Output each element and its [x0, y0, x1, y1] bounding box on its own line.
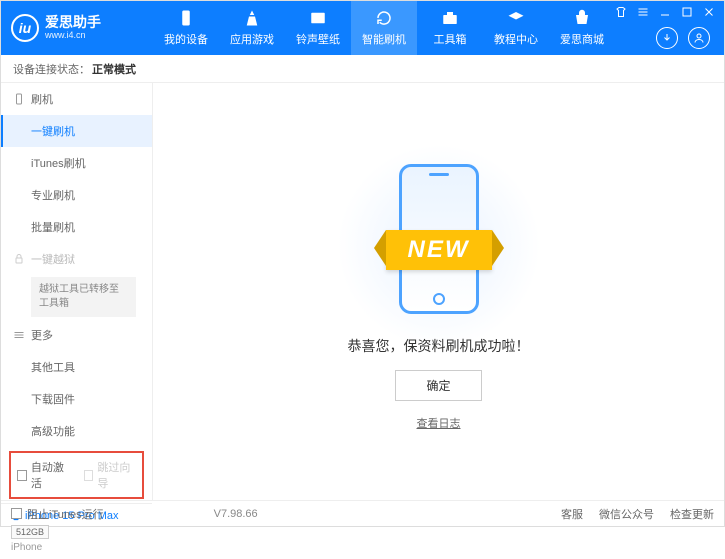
main-content: NEW 恭喜您，保资料刷机成功啦！ 确定 查看日志: [153, 83, 724, 500]
version-label: V7.98.66: [214, 508, 258, 520]
maximize-icon[interactable]: [680, 5, 694, 19]
nav-tutorials[interactable]: 教程中心: [483, 1, 549, 55]
sidebar-itunes-flash[interactable]: iTunes刷机: [1, 147, 152, 179]
device-icon: [177, 9, 195, 27]
status-label: 设备连接状态：: [13, 61, 90, 77]
view-log-link[interactable]: 查看日志: [417, 415, 461, 431]
success-illustration: NEW: [339, 152, 539, 322]
status-bar: 设备连接状态： 正常模式: [1, 55, 724, 83]
check-update-link[interactable]: 检查更新: [670, 506, 714, 522]
device-type: iPhone: [11, 542, 142, 553]
store-icon: [573, 9, 591, 27]
skip-wizard-checkbox: 跳过向导: [84, 459, 137, 491]
image-icon: [309, 9, 327, 27]
logo-title: 爱思助手: [45, 15, 101, 30]
refresh-icon: [375, 9, 393, 27]
nav-store[interactable]: 爱思商城: [549, 1, 615, 55]
sidebar-download-firmware[interactable]: 下载固件: [1, 383, 152, 415]
ok-button[interactable]: 确定: [395, 370, 481, 401]
tshirt-icon[interactable]: [614, 5, 628, 19]
nav-ringtones[interactable]: 铃声壁纸: [285, 1, 351, 55]
wechat-link[interactable]: 微信公众号: [599, 506, 654, 522]
sidebar-one-click-flash[interactable]: 一键刷机: [1, 115, 152, 147]
jailbreak-section: 一键越狱: [1, 243, 152, 275]
jailbreak-notice: 越狱工具已转移至工具箱: [31, 277, 136, 317]
sidebar-advanced[interactable]: 高级功能: [1, 415, 152, 447]
menu-icon[interactable]: [636, 5, 650, 19]
device-storage: 512GB: [11, 525, 49, 539]
nav-apps[interactable]: 应用游戏: [219, 1, 285, 55]
more-section[interactable]: 更多: [1, 319, 152, 351]
nav-smart-flash[interactable]: 智能刷机: [351, 1, 417, 55]
auto-activate-checkbox[interactable]: 自动激活: [17, 459, 70, 491]
apps-icon: [243, 9, 261, 27]
new-ribbon: NEW: [386, 230, 492, 270]
logo-url: www.i4.cn: [45, 31, 101, 41]
toolbox-icon: [441, 9, 459, 27]
app-header: iu 爱思助手 www.i4.cn 我的设备 应用游戏 铃声壁纸 智能刷机 工具…: [1, 1, 724, 55]
logo-icon: iu: [11, 14, 39, 42]
success-message: 恭喜您，保资料刷机成功啦！: [348, 336, 530, 356]
sidebar-other-tools[interactable]: 其他工具: [1, 351, 152, 383]
options-box: 自动激活 跳过向导: [9, 451, 144, 499]
graduation-icon: [507, 9, 525, 27]
status-mode: 正常模式: [92, 61, 136, 77]
sidebar: 刷机 一键刷机 iTunes刷机 专业刷机 批量刷机 一键越狱 越狱工具已转移至…: [1, 83, 153, 500]
download-icon[interactable]: [656, 27, 678, 49]
sidebar-pro-flash[interactable]: 专业刷机: [1, 179, 152, 211]
support-link[interactable]: 客服: [561, 506, 583, 522]
flash-section[interactable]: 刷机: [1, 83, 152, 115]
close-icon[interactable]: [702, 5, 716, 19]
user-icon[interactable]: [688, 27, 710, 49]
sidebar-batch-flash[interactable]: 批量刷机: [1, 211, 152, 243]
main-nav: 我的设备 应用游戏 铃声壁纸 智能刷机 工具箱 教程中心 爱思商城: [153, 1, 615, 55]
minimize-icon[interactable]: [658, 5, 672, 19]
window-controls: [614, 5, 716, 19]
nav-toolbox[interactable]: 工具箱: [417, 1, 483, 55]
logo-area: iu 爱思助手 www.i4.cn: [1, 14, 153, 42]
nav-my-device[interactable]: 我的设备: [153, 1, 219, 55]
block-itunes-checkbox[interactable]: 阻止iTunes运行: [11, 506, 104, 522]
